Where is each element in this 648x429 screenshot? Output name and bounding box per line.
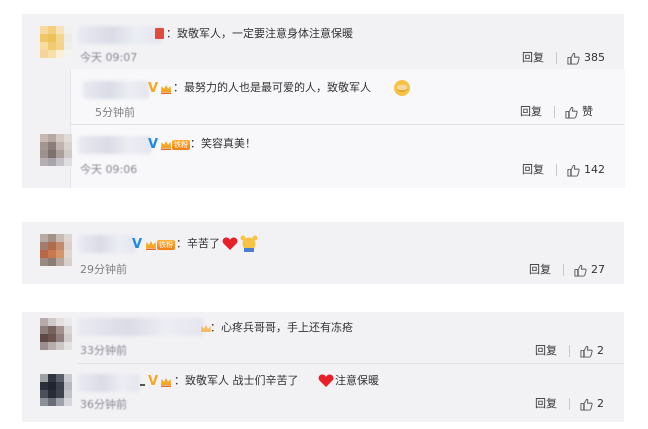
avatar[interactable] [40,26,72,58]
like-count: 142 [584,163,605,176]
thumb-up-icon [567,164,580,177]
crown-icon [161,85,171,94]
thumb-up-icon [574,264,587,277]
reply-button[interactable]: 回复 [520,105,542,119]
comment-text: ：心疼兵哥哥，手上还有冻疮 [210,321,353,334]
like-count: 赞 [582,105,593,118]
like-button[interactable]: 385 [567,51,605,65]
heart-icon [222,237,238,250]
separator [556,52,557,64]
comment-text: ：致敬军人 战士们辛苦了 [174,374,299,387]
reply-button[interactable]: 回复 [535,397,557,411]
username-blurred[interactable] [78,26,162,44]
username-initial [140,384,145,386]
reply-button[interactable]: 回复 [535,344,557,358]
comment-card-2: V 铁粉 ：辛苦了 29分钟前 回复 27 [22,222,624,284]
comment-card-3: ：心疼兵哥哥，手上还有冻疮 33分钟前 回复 2 V ：致敬军人 战士们辛苦了 … [22,312,624,422]
hug-emoji [394,80,410,96]
like-count: 385 [584,51,605,64]
thumb-up-icon [565,106,578,119]
avatar[interactable] [40,234,72,266]
crown-icon [161,141,171,150]
fan-badge: 铁粉 [157,240,175,250]
separator [556,164,557,176]
comment-text: ：笑容真美！ [190,137,256,150]
thumb-up-icon [580,345,593,358]
like-count: 2 [597,397,604,410]
hands-up-emoji [240,235,258,252]
like-button[interactable]: 27 [574,263,605,277]
like-button[interactable]: 赞 [565,105,593,119]
comment-time: 29分钟前 [80,263,127,276]
comment-time: 33分钟前 [80,344,127,357]
divider [70,124,624,125]
comment-time: 今天 09:06 [80,163,138,176]
comment-time: 5分钟前 [95,106,135,119]
thumb-up-icon [567,52,580,65]
separator [563,264,564,276]
verified-v-icon: V [148,81,159,96]
comment-card-1: ：致敬军人，一定要注意身体注意保暖 今天 09:07 回复 385 V ：最努力… [22,14,625,188]
like-count: 2 [597,344,604,357]
separator [569,345,570,357]
username-blurred[interactable] [78,235,136,253]
like-count: 27 [591,263,605,276]
separator [554,106,555,118]
username-blurred[interactable] [78,318,204,336]
separator [569,398,570,410]
reply-button[interactable]: 回复 [522,163,544,177]
username-blurred[interactable] [78,374,140,392]
avatar[interactable] [40,134,72,166]
like-button[interactable]: 2 [580,344,604,358]
crown-icon [161,378,171,387]
comment-text-after-heart: 注意保暖 [335,374,379,387]
comment-text: ：致敬军人，一定要注意身体注意保暖 [166,27,353,40]
heart-icon [318,374,334,387]
divider [78,363,624,364]
fan-badge: 铁粉 [172,140,190,150]
username-blurred[interactable] [78,136,152,154]
comment-time: 今天 09:07 [80,51,138,64]
crown-icon [146,241,156,250]
reply-button[interactable]: 回复 [529,263,551,277]
verified-v-icon: V [132,237,143,252]
verified-v-icon: V [148,137,159,152]
username-blurred[interactable] [83,81,149,99]
thumb-up-icon [580,398,593,411]
like-button[interactable]: 142 [567,163,605,177]
reply-button[interactable]: 回复 [522,51,544,65]
avatar[interactable] [40,318,72,350]
comment-text: ：最努力的人也是最可爱的人，致敬军人 [173,81,371,94]
avatar[interactable] [40,374,72,406]
like-button[interactable]: 2 [580,397,604,411]
medal-icon [155,28,164,39]
comment-time: 36分钟前 [80,398,127,411]
comment-text: ：辛苦了 [176,237,220,250]
verified-v-icon: V [148,374,159,389]
